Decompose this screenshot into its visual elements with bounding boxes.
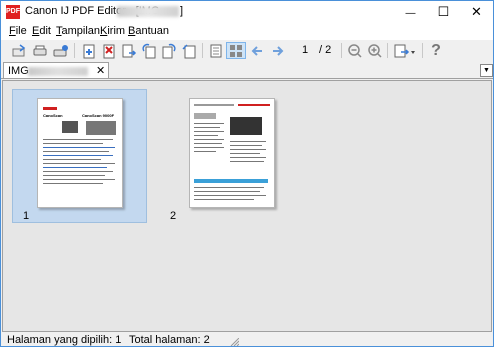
close-icon: ✕ <box>471 4 482 19</box>
toolbar-separator <box>341 43 342 58</box>
help-button[interactable]: ? <box>426 42 446 59</box>
scan-settings-button[interactable] <box>51 42 71 59</box>
thumbnail-view-button[interactable] <box>226 42 246 59</box>
minimize-icon: — <box>405 8 416 19</box>
send-icon <box>394 44 415 57</box>
rotate-left-icon <box>142 43 156 58</box>
scan-button[interactable] <box>30 42 50 59</box>
document-tab-bar: IMG ✕ <box>1 62 493 79</box>
toolbar-separator <box>387 43 388 58</box>
app-logo-icon: PDF <box>6 5 20 19</box>
extract-page-icon <box>122 44 137 57</box>
toolbar-separator <box>74 43 75 58</box>
menu-file-accel: F <box>9 25 16 37</box>
product-photo <box>86 121 116 135</box>
previous-page-button[interactable] <box>247 42 267 59</box>
send-button[interactable] <box>391 42 419 59</box>
thumbnail-view-icon <box>230 44 242 57</box>
zoom-in-icon <box>368 43 382 58</box>
current-page-field[interactable]: 1 <box>302 44 308 56</box>
rotate-right-icon <box>182 43 196 58</box>
menu-edit-label: dit <box>39 25 51 37</box>
page-view-icon <box>210 44 222 57</box>
page2-title-block <box>194 113 216 119</box>
maximize-icon: ☐ <box>437 4 450 19</box>
toolbar-separator <box>422 43 423 58</box>
page-thumbnail-1[interactable]: CanoScan CanoScan 9000F <box>37 98 123 208</box>
page-number-1: 1 <box>23 210 30 222</box>
rotate-left-button[interactable] <box>139 42 159 59</box>
next-page-button[interactable] <box>268 42 288 59</box>
page-view-button[interactable] <box>206 42 226 59</box>
app-window: PDF Canon IJ PDF Editor - [IMG ] — ☐ ✕ F… <box>0 0 494 347</box>
toolbar: 1 / 2 ? <box>1 40 493 61</box>
rotate-page-button[interactable] <box>179 42 199 59</box>
status-bar: Halaman yang dipilih: 1 Total halaman: 2 <box>1 332 493 346</box>
zoom-in-button[interactable] <box>365 42 385 59</box>
delete-page-icon <box>103 44 115 58</box>
open-button[interactable] <box>9 42 29 59</box>
tab-list-dropdown[interactable]: ▼ <box>480 64 493 77</box>
rotate-right-icon <box>162 43 176 58</box>
menu-tampilan-label: ampilan <box>61 25 101 37</box>
page1-body-text <box>43 139 117 189</box>
zoom-out-button[interactable] <box>345 42 365 59</box>
page2-blue-band <box>194 179 268 183</box>
page1-heading-right: CanoScan 9000F <box>82 113 115 118</box>
chevron-down-icon: ▼ <box>483 67 490 74</box>
product-photo <box>62 121 78 133</box>
menu-bantuan-label: antuan <box>135 25 169 37</box>
add-page-icon <box>83 44 95 58</box>
zoom-out-icon <box>348 43 362 58</box>
page1-heading-left: CanoScan <box>43 113 63 118</box>
delete-page-button[interactable] <box>99 42 119 59</box>
menu-bantuan[interactable]: Bantuan <box>128 25 169 37</box>
previous-page-icon <box>251 45 262 56</box>
selected-pages-status: Halaman yang dipilih: 1 <box>7 334 122 346</box>
page2-left-text <box>194 123 226 163</box>
menu-tampilan[interactable]: Tampilan <box>56 25 100 37</box>
open-icon <box>12 43 26 56</box>
menu-kirim-label: irim <box>107 25 126 37</box>
product-photo <box>230 117 262 135</box>
scan-icon <box>33 45 47 55</box>
page2-header-line <box>194 104 234 106</box>
page-thumbnail-2[interactable] <box>189 98 275 208</box>
close-button[interactable]: ✕ <box>460 1 493 23</box>
resize-grip-icon[interactable] <box>229 338 239 346</box>
menu-edit[interactable]: Edit <box>32 25 51 37</box>
canon-logo <box>43 107 57 110</box>
tab-redacted-filename <box>28 67 88 76</box>
menu-kirim[interactable]: Kirim <box>100 25 125 37</box>
scan-settings-icon <box>53 44 68 56</box>
page2-footer-text <box>194 187 268 203</box>
tab-close-icon[interactable]: ✕ <box>96 64 105 77</box>
page-number-2: 2 <box>170 210 177 222</box>
menu-bar: File Edit Tampilan Kirim Bantuan <box>1 23 493 40</box>
minimize-button[interactable]: — <box>394 1 427 23</box>
add-page-button[interactable] <box>79 42 99 59</box>
page2-header-accent <box>238 104 270 106</box>
title-redacted-filename <box>117 6 179 17</box>
document-tab[interactable]: IMG ✕ <box>3 62 109 79</box>
title-bar[interactable]: PDF Canon IJ PDF Editor - [IMG ] — ☐ ✕ <box>1 1 493 23</box>
page2-right-text <box>230 141 268 175</box>
toolbar-separator <box>202 43 203 58</box>
tab-divider <box>1 78 493 79</box>
menu-file[interactable]: File <box>9 25 27 37</box>
next-page-icon <box>273 45 284 56</box>
help-icon: ? <box>431 41 441 59</box>
extract-page-button[interactable] <box>119 42 139 59</box>
window-title-bracket: ] <box>180 5 184 17</box>
total-pages-status: Total halaman: 2 <box>129 334 210 346</box>
document-tab-label: IMG <box>8 65 29 77</box>
rotate-right-button[interactable] <box>159 42 179 59</box>
maximize-button[interactable]: ☐ <box>427 1 460 23</box>
menu-file-label: ile <box>15 25 27 37</box>
total-pages-label: / 2 <box>319 44 332 56</box>
